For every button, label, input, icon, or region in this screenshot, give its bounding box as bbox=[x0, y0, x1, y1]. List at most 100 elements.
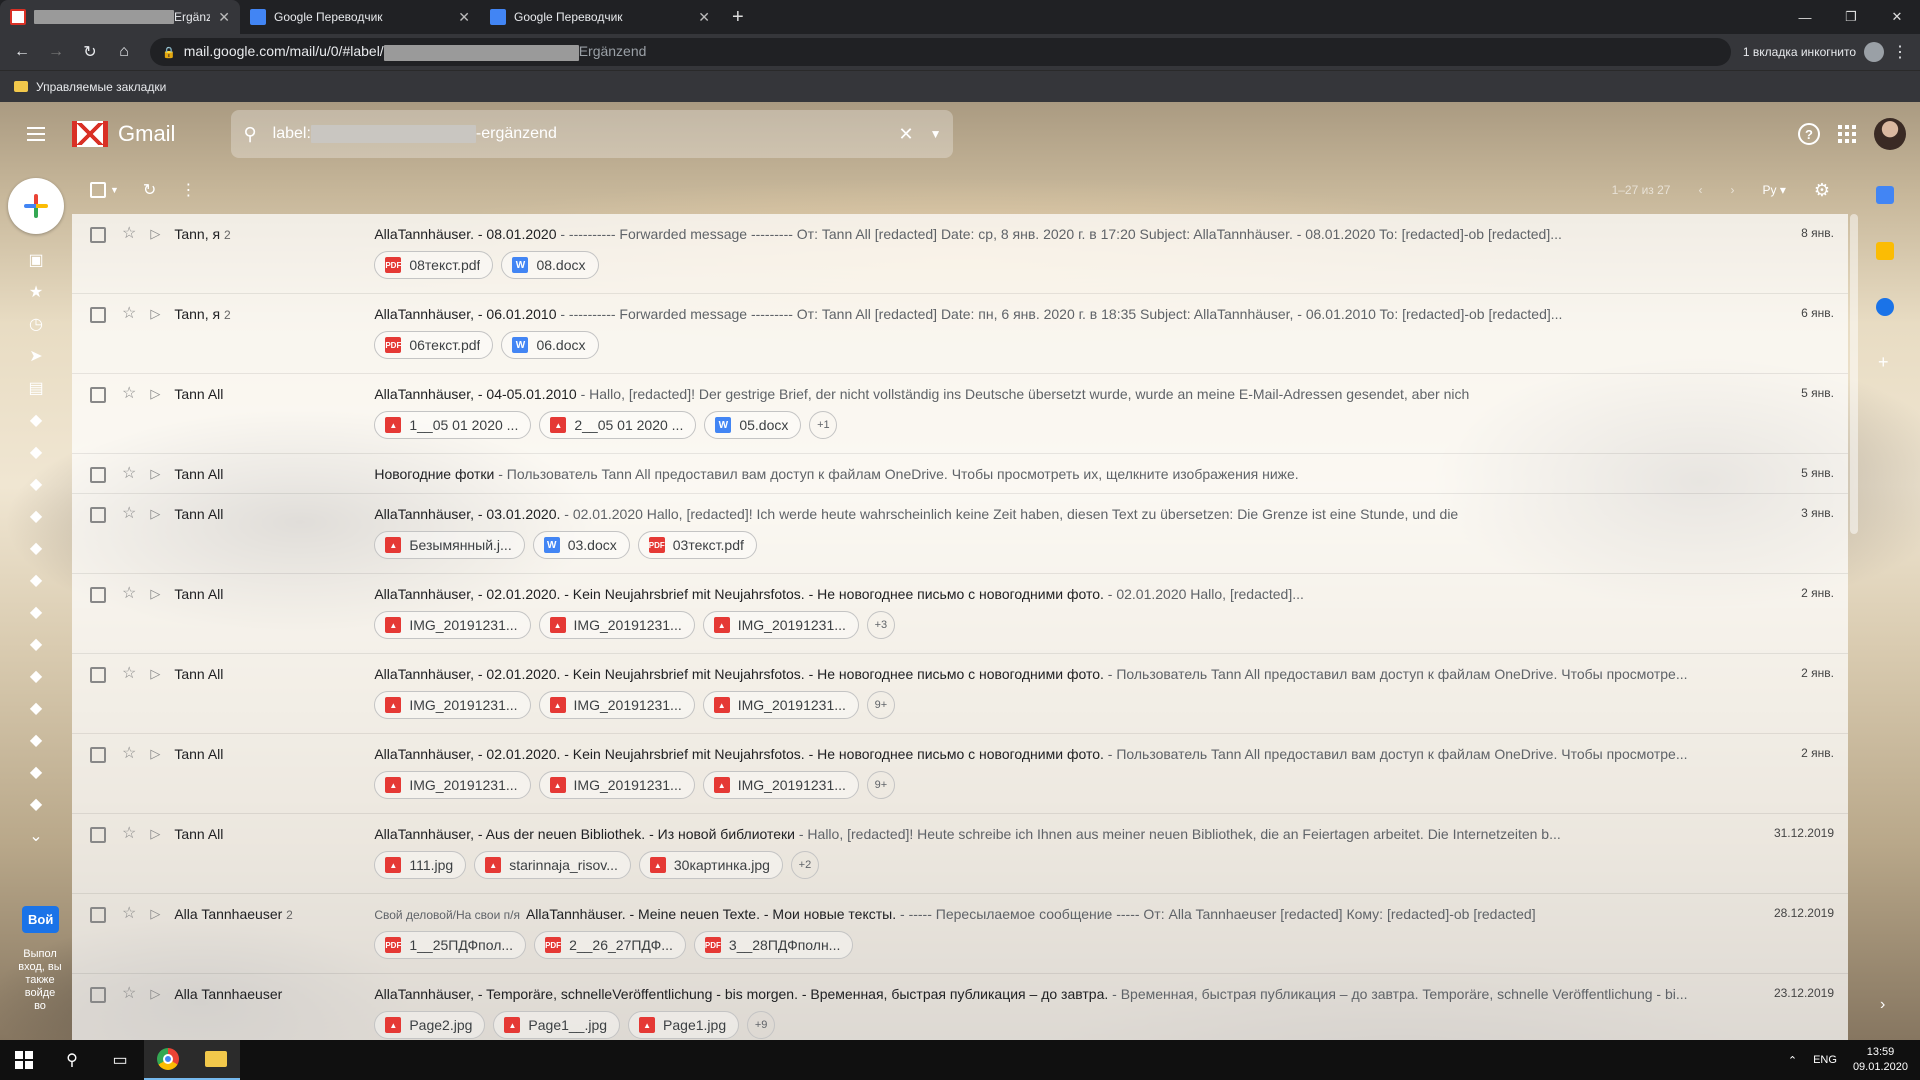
label-icon[interactable]: ◆ bbox=[24, 506, 48, 526]
search-options-icon[interactable]: ▼ bbox=[930, 127, 942, 141]
attachment-chip[interactable]: ▲ Page2.jpg bbox=[374, 1011, 486, 1039]
sent-icon[interactable]: ➤ bbox=[24, 346, 48, 366]
input-tools-button[interactable]: Ру ▾ bbox=[1762, 183, 1785, 197]
attachment-chip[interactable]: ▲ IMG_20191231... bbox=[374, 771, 531, 799]
inbox-icon[interactable]: ▣ bbox=[24, 250, 48, 270]
importance-icon[interactable]: ▷ bbox=[150, 986, 160, 1002]
minimize-icon[interactable]: — bbox=[1782, 10, 1828, 25]
next-page-icon[interactable]: › bbox=[1730, 183, 1734, 197]
attachment-chip[interactable]: W 06.docx bbox=[501, 331, 599, 359]
star-icon[interactable]: ☆ bbox=[122, 226, 136, 242]
importance-icon[interactable]: ▷ bbox=[150, 746, 160, 762]
attachment-chip[interactable]: ▲ IMG_20191231... bbox=[538, 611, 695, 639]
tab-translate-1[interactable]: Google Переводчик ✕ bbox=[240, 0, 480, 34]
attachment-chip[interactable]: W 03.docx bbox=[532, 531, 630, 559]
star-icon[interactable]: ☆ bbox=[122, 986, 136, 1002]
attachment-chip[interactable]: ▲ IMG_20191231... bbox=[702, 691, 859, 719]
importance-icon[interactable]: ▷ bbox=[150, 906, 160, 922]
snoozed-icon[interactable]: ◷ bbox=[24, 314, 48, 334]
table-row[interactable]: ☆ ▷ Alla Tannhaeuser 2 Свой деловой/На свои… bbox=[72, 894, 1848, 974]
table-row[interactable]: ☆ ▷ Tann All AllaTannhäuser, - 02.01.2020. … bbox=[72, 734, 1848, 814]
row-checkbox[interactable] bbox=[90, 387, 106, 403]
refresh-icon[interactable]: ↻ bbox=[143, 180, 156, 200]
account-avatar[interactable] bbox=[1874, 118, 1906, 150]
attachment-chip[interactable]: ▲ Безымянный.j... bbox=[374, 531, 525, 559]
label-icon[interactable]: ◆ bbox=[24, 410, 48, 430]
attachment-chip[interactable]: W 08.docx bbox=[501, 251, 599, 279]
row-checkbox[interactable] bbox=[90, 667, 106, 683]
incognito-indicator[interactable]: 1 вкладка инкогнито ⋮ bbox=[1743, 42, 1912, 62]
close-window-icon[interactable]: ✕ bbox=[1874, 9, 1920, 25]
hangouts-signin-button[interactable]: Вой bbox=[22, 906, 60, 933]
label-icon[interactable]: ◆ bbox=[24, 794, 48, 814]
table-row[interactable]: ☆ ▷ Tann All AllaTannhäuser, - 04-05.01.201… bbox=[72, 374, 1848, 454]
settings-icon[interactable]: ⚙ bbox=[1814, 180, 1830, 201]
more-chevron-icon[interactable]: ⌄ bbox=[24, 826, 48, 846]
label-icon[interactable]: ◆ bbox=[24, 634, 48, 654]
drafts-icon[interactable]: ▤ bbox=[24, 378, 48, 398]
label-icon[interactable]: ◆ bbox=[24, 474, 48, 494]
main-menu-icon[interactable] bbox=[12, 110, 60, 158]
forward-icon[interactable]: → bbox=[42, 38, 70, 66]
attachment-chip[interactable]: ▲ 30картинка.jpg bbox=[638, 851, 783, 879]
star-icon[interactable]: ☆ bbox=[122, 506, 136, 522]
clock[interactable]: 13:59 09.01.2020 bbox=[1853, 1045, 1908, 1075]
attachment-chip[interactable]: ▲ 111.jpg bbox=[374, 851, 467, 879]
more-attachments-badge[interactable]: +9 bbox=[747, 1011, 776, 1039]
attachment-chip[interactable]: PDF 03текст.pdf bbox=[637, 531, 757, 559]
chrome-taskbar-button[interactable] bbox=[144, 1040, 192, 1080]
attachment-chip[interactable]: ▲ IMG_20191231... bbox=[374, 691, 531, 719]
attachment-chip[interactable]: ▲ IMG_20191231... bbox=[374, 611, 531, 639]
label-icon[interactable]: ◆ bbox=[24, 538, 48, 558]
importance-icon[interactable]: ▷ bbox=[150, 506, 160, 522]
gmail-logo[interactable]: Gmail bbox=[72, 121, 175, 147]
language-indicator[interactable]: ENG bbox=[1813, 1054, 1837, 1066]
label-icon[interactable]: ◆ bbox=[24, 730, 48, 750]
search-input[interactable]: label: -ergänzend bbox=[273, 124, 883, 143]
restore-icon[interactable]: ❐ bbox=[1828, 9, 1874, 25]
more-attachments-badge[interactable]: +3 bbox=[866, 611, 895, 639]
keep-icon[interactable] bbox=[1876, 242, 1894, 260]
attachment-chip[interactable]: PDF 08текст.pdf bbox=[374, 251, 494, 279]
search-bar[interactable]: ⚲ label: -ergänzend ✕ ▼ bbox=[231, 110, 954, 158]
tab-translate-2[interactable]: Google Переводчик ✕ bbox=[480, 0, 720, 34]
attachment-chip[interactable]: ▲ starinnaja_risov... bbox=[474, 851, 631, 879]
attachment-chip[interactable]: ▲ IMG_20191231... bbox=[702, 611, 859, 639]
importance-icon[interactable]: ▷ bbox=[150, 666, 160, 682]
table-row[interactable]: ☆ ▷ Tann All Новогодние фотки - Пользовател… bbox=[72, 454, 1848, 494]
attachment-chip[interactable]: ▲ IMG_20191231... bbox=[538, 691, 695, 719]
label-icon[interactable]: ◆ bbox=[24, 602, 48, 622]
table-row[interactable]: ☆ ▷ Tann, я 2 AllaTannhäuser. - 08.01.2020 … bbox=[72, 214, 1848, 294]
home-icon[interactable]: ⌂ bbox=[110, 38, 138, 66]
tray-chevron-icon[interactable]: ⌃ bbox=[1788, 1054, 1797, 1067]
table-row[interactable]: ☆ ▷ Alla Tannhaeuser AllaTannhäuser, - Temp… bbox=[72, 974, 1848, 1040]
help-icon[interactable]: ? bbox=[1798, 123, 1820, 145]
star-icon[interactable]: ☆ bbox=[122, 386, 136, 402]
attachment-chip[interactable]: ▲ Page1__.jpg bbox=[493, 1011, 621, 1039]
address-bar[interactable]: 🔒 mail.google.com/mail/u/0/#label/Ergänz… bbox=[150, 38, 1731, 66]
more-attachments-badge[interactable]: +2 bbox=[790, 851, 819, 879]
row-checkbox[interactable] bbox=[90, 747, 106, 763]
tab-gmail[interactable]: Ergänze ✕ bbox=[0, 0, 240, 34]
back-icon[interactable]: ← bbox=[8, 38, 36, 66]
star-icon[interactable]: ☆ bbox=[122, 906, 136, 922]
table-row[interactable]: ☆ ▷ Tann All AllaTannhäuser, - 02.01.2020. … bbox=[72, 654, 1848, 734]
bookmark-folder[interactable]: Управляемые закладки bbox=[36, 80, 166, 94]
select-all-checkbox[interactable]: ▼ bbox=[90, 182, 119, 198]
more-attachments-badge[interactable]: +1 bbox=[809, 411, 838, 439]
google-apps-icon[interactable] bbox=[1838, 125, 1856, 143]
more-attachments-badge[interactable]: 9+ bbox=[866, 771, 895, 799]
attachment-chip[interactable]: ▲ 1__05 01 2020 ... bbox=[374, 411, 532, 439]
label-icon[interactable]: ◆ bbox=[24, 666, 48, 686]
close-tab-icon[interactable]: ✕ bbox=[218, 9, 230, 26]
explorer-taskbar-button[interactable] bbox=[192, 1040, 240, 1080]
table-row[interactable]: ☆ ▷ Tann All AllaTannhäuser, - 02.01.2020. … bbox=[72, 574, 1848, 654]
star-icon[interactable]: ☆ bbox=[122, 306, 136, 322]
importance-icon[interactable]: ▷ bbox=[150, 226, 160, 242]
table-row[interactable]: ☆ ▷ Tann All AllaTannhäuser, - 03.01.2020. … bbox=[72, 494, 1848, 574]
expand-panel-icon[interactable]: › bbox=[1880, 996, 1885, 1014]
attachment-chip[interactable]: ▲ IMG_20191231... bbox=[538, 771, 695, 799]
starred-icon[interactable]: ★ bbox=[24, 282, 48, 302]
calendar-icon[interactable] bbox=[1876, 186, 1894, 204]
menu-dots-icon[interactable]: ⋮ bbox=[1892, 42, 1908, 62]
